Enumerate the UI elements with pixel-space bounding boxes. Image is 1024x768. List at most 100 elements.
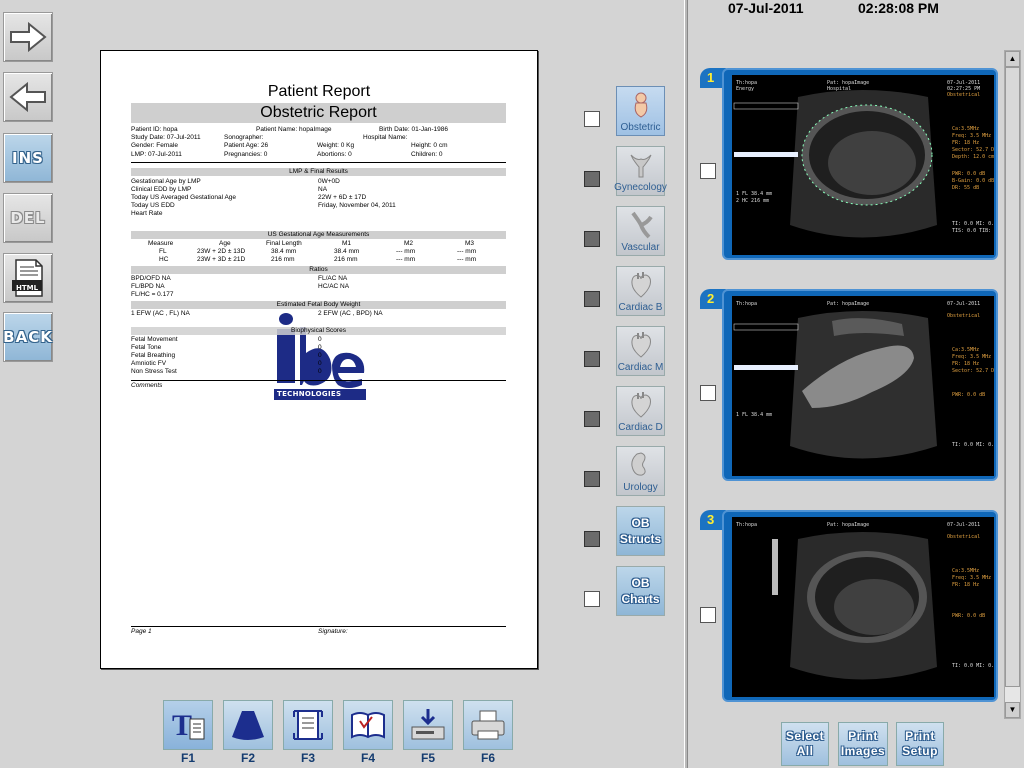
delete-button[interactable]: DEL xyxy=(3,193,53,243)
table-cell: 216 mm xyxy=(334,256,358,263)
biophysical-value: 0 xyxy=(318,368,322,375)
back-label: BACK xyxy=(3,328,53,346)
ultrasound-image: Th:hopa Energy Pat: hopaImage Hospital 0… xyxy=(732,75,994,255)
exam-checkbox-cardiac-m[interactable] xyxy=(584,351,600,367)
thumbnail-checkbox[interactable] xyxy=(700,607,716,623)
exam-ob-charts[interactable]: OB Charts xyxy=(616,566,665,616)
f6-print-button[interactable] xyxy=(463,700,513,750)
table-cell: 23W + 3D ± 21D xyxy=(197,256,246,263)
exam-gynecology[interactable]: Gynecology xyxy=(614,146,667,196)
svg-text:FR: 18 Hz: FR: 18 Hz xyxy=(952,582,979,588)
exam-checkbox-ob-structs[interactable] xyxy=(584,531,600,547)
svg-text:Energy: Energy xyxy=(736,86,754,92)
svg-text:Pat: hopaImage: Pat: hopaImage xyxy=(827,301,869,307)
exam-label: Urology xyxy=(623,482,658,493)
efw-item: 1 EFW (AC , FL) NA xyxy=(131,310,190,317)
divider xyxy=(131,162,506,163)
exam-checkbox-cardiac-b[interactable] xyxy=(584,291,600,307)
ultrasound-image: Th:hopa Pat: hopaImage 07-Jul-2011 Obste… xyxy=(732,296,994,476)
f1-text-report-button[interactable]: T xyxy=(163,700,213,750)
exam-cardiac-m[interactable]: Cardiac M xyxy=(616,326,665,376)
exam-cardiac-d[interactable]: Cardiac D xyxy=(616,386,665,436)
thumbnail-index: 2 xyxy=(707,291,715,306)
svg-text:Ca:3.5MHz: Ca:3.5MHz xyxy=(952,568,979,574)
lmp-row-value: 22W + 6D ± 17D xyxy=(318,194,367,201)
weight: Weight: 0 Kg xyxy=(317,142,355,149)
svg-text:Sector: 52.7 Deg: Sector: 52.7 Deg xyxy=(952,368,994,374)
svg-text:1 FL 38.4 mm: 1 FL 38.4 mm xyxy=(736,191,772,197)
thumbnail-scrollbar[interactable]: ▲ ▼ xyxy=(1004,50,1021,719)
exam-checkbox-obstetric[interactable] xyxy=(584,111,600,127)
f2-probe-button[interactable] xyxy=(223,700,273,750)
exam-obstetric[interactable]: Obstetric xyxy=(616,86,665,136)
exam-label: Vascular xyxy=(621,242,660,253)
svg-text:Freq: 3.5 MHz: Freq: 3.5 MHz xyxy=(952,354,991,360)
patient-name: Patient Name: hopaImage xyxy=(256,126,332,133)
open-book-icon xyxy=(351,712,385,739)
print-setup-button[interactable]: Print Setup xyxy=(896,722,944,766)
insert-button[interactable]: INS xyxy=(3,133,53,183)
exam-cardiac-b[interactable]: Cardiac B xyxy=(616,266,665,316)
exam-checkbox-ob-charts[interactable] xyxy=(584,591,600,607)
lmp-row-value: Friday, November 04, 2011 xyxy=(318,202,396,209)
html-export-button[interactable]: HTML xyxy=(3,253,53,303)
thumbnail-3[interactable]: Th:hopa Pat: hopaImage 07-Jul-2011 Obste… xyxy=(722,510,998,702)
lmp-row-label: Clinical EDD by LMP xyxy=(131,186,192,193)
f3-document-button[interactable] xyxy=(283,700,333,750)
heart-icon xyxy=(631,332,651,358)
thumbnail-checkbox[interactable] xyxy=(700,385,716,401)
svg-text:Depth: 12.0 cm: Depth: 12.0 cm xyxy=(952,154,994,160)
exam-ob-structs[interactable]: OB Structs xyxy=(616,506,665,556)
fetus-icon xyxy=(634,92,648,118)
exam-checkbox-urology[interactable] xyxy=(584,471,600,487)
ratio-item: FL/HC = 0.177 xyxy=(131,291,174,298)
table-cell: FL xyxy=(159,248,167,255)
svg-text:TI: 0.0 MI: 0.0: TI: 0.0 MI: 0.0 xyxy=(952,442,994,448)
exam-vascular[interactable]: Vascular xyxy=(616,206,665,256)
exam-checkbox-gynecology[interactable] xyxy=(584,171,600,187)
thumbnail-1[interactable]: Th:hopa Energy Pat: hopaImage Hospital 0… xyxy=(722,68,998,260)
svg-text:1 FL 38.4 mm: 1 FL 38.4 mm xyxy=(736,412,772,418)
svg-text:TIS: 0.0 TIB: 0.0: TIS: 0.0 TIB: 0.0 xyxy=(952,228,994,234)
select-all-button[interactable]: Select All xyxy=(781,722,829,766)
exam-label: Gynecology xyxy=(614,182,667,193)
ratio-item: FL/BPD NA xyxy=(131,283,165,290)
html-document-icon xyxy=(12,259,43,297)
ultrasound-image: Th:hopa Pat: hopaImage 07-Jul-2011 Obste… xyxy=(732,517,994,697)
f4-book-button[interactable] xyxy=(343,700,393,750)
print-images-button[interactable]: Print Images xyxy=(838,722,888,766)
biophysical-label: Fetal Movement xyxy=(131,336,178,343)
exam-checkbox-cardiac-d[interactable] xyxy=(584,411,600,427)
scroll-down-arrow-icon[interactable]: ▼ xyxy=(1005,702,1020,718)
svg-text:Sector: 52.7 Deg: Sector: 52.7 Deg xyxy=(952,147,994,153)
exam-checkbox-vascular[interactable] xyxy=(584,231,600,247)
column-header: M2 xyxy=(404,240,414,247)
pregnancies: Pregnancies: 0 xyxy=(224,151,268,158)
birth-date: Birth Date: 01-Jan-1986 xyxy=(379,126,449,133)
lmp-row-label: Today US Averaged Gestational Age xyxy=(131,194,237,201)
thumbnail-2[interactable]: Th:hopa Pat: hopaImage 07-Jul-2011 Obste… xyxy=(722,289,998,481)
table-cell: 23W + 2D ± 13D xyxy=(197,248,246,255)
thumbnail-checkbox[interactable] xyxy=(700,163,716,179)
ratio-item: HC/AC NA xyxy=(318,283,350,290)
comments-label: Comments xyxy=(131,382,163,389)
kidney-icon xyxy=(631,452,646,476)
scroll-thumb[interactable] xyxy=(1005,67,1020,687)
svg-text:Freq: 3.5 MHz: Freq: 3.5 MHz xyxy=(952,575,991,581)
svg-text:TI: 0.0 MI: 0.0: TI: 0.0 MI: 0.0 xyxy=(952,221,994,227)
svg-text:Freq: 3.5 MHz: Freq: 3.5 MHz xyxy=(952,133,991,139)
forward-button[interactable] xyxy=(3,12,53,62)
save-drive-icon xyxy=(411,709,445,740)
back-button[interactable]: BACK xyxy=(3,312,53,362)
column-header: M3 xyxy=(465,240,475,247)
scroll-up-arrow-icon[interactable]: ▲ xyxy=(1005,51,1020,67)
exam-urology[interactable]: Urology xyxy=(616,446,665,496)
f5-save-button[interactable] xyxy=(403,700,453,750)
section-header-ratios: Ratios xyxy=(131,266,506,274)
exam-label: Cardiac D xyxy=(618,422,663,433)
lmp-row-value: NA xyxy=(318,186,328,193)
column-header: M1 xyxy=(342,240,352,247)
svg-text:Obstetrical: Obstetrical xyxy=(947,92,980,98)
back-arrow-button[interactable] xyxy=(3,72,53,122)
uterus-icon xyxy=(630,154,652,178)
